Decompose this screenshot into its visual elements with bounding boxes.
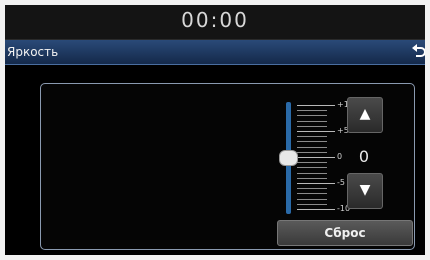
status-bar: 00:00 bbox=[5, 5, 425, 40]
head-unit-screen: 00:00 Яркость Яркость [0] +10 +5 0 -5 -10 ▲ … bbox=[5, 5, 425, 255]
option-label: Яркость bbox=[89, 101, 141, 115]
slider-tick bbox=[297, 147, 327, 148]
triangle-down-icon: ▼ bbox=[359, 182, 371, 198]
slider-tick bbox=[297, 183, 335, 184]
slider-tick bbox=[297, 121, 327, 122]
radio-selected-icon bbox=[73, 103, 85, 115]
slider-tick bbox=[297, 110, 327, 111]
page-title: Яркость bbox=[7, 45, 59, 59]
slider-tick bbox=[297, 167, 327, 168]
decrease-button[interactable]: ▼ bbox=[347, 173, 383, 209]
slider-tick bbox=[297, 199, 327, 200]
slider-tick bbox=[297, 188, 327, 189]
slider-tick bbox=[297, 178, 327, 179]
triangle-up-icon: ▲ bbox=[359, 106, 371, 122]
slider-tick bbox=[297, 173, 327, 174]
slider-tick bbox=[297, 141, 327, 142]
brightness-option[interactable]: Яркость [0] bbox=[45, 88, 277, 130]
slider-tick-label: -5 bbox=[337, 178, 345, 187]
slider-tick bbox=[297, 193, 327, 194]
slider-tick bbox=[297, 115, 327, 116]
slider-tick bbox=[297, 204, 327, 205]
option-value: [0] bbox=[225, 101, 242, 115]
slider-thumb[interactable] bbox=[279, 150, 298, 166]
slider-tick bbox=[297, 162, 327, 163]
reset-button[interactable]: Сброс bbox=[277, 220, 413, 246]
slider-tick bbox=[297, 126, 327, 127]
reset-label: Сброс bbox=[324, 226, 366, 240]
clock: 00:00 bbox=[181, 8, 249, 32]
slider-tick bbox=[297, 152, 327, 153]
slider-tick bbox=[297, 157, 335, 158]
slider-tick bbox=[297, 209, 335, 210]
brightness-value: 0 bbox=[358, 147, 370, 166]
slider-tick bbox=[297, 136, 327, 137]
title-bar: Яркость bbox=[5, 40, 425, 65]
back-arrow-icon[interactable] bbox=[411, 42, 425, 60]
increase-button[interactable]: ▲ bbox=[347, 97, 383, 133]
slider-tick bbox=[297, 131, 335, 132]
slider-tick bbox=[297, 105, 335, 106]
slider-tick-label: 0 bbox=[337, 152, 343, 161]
